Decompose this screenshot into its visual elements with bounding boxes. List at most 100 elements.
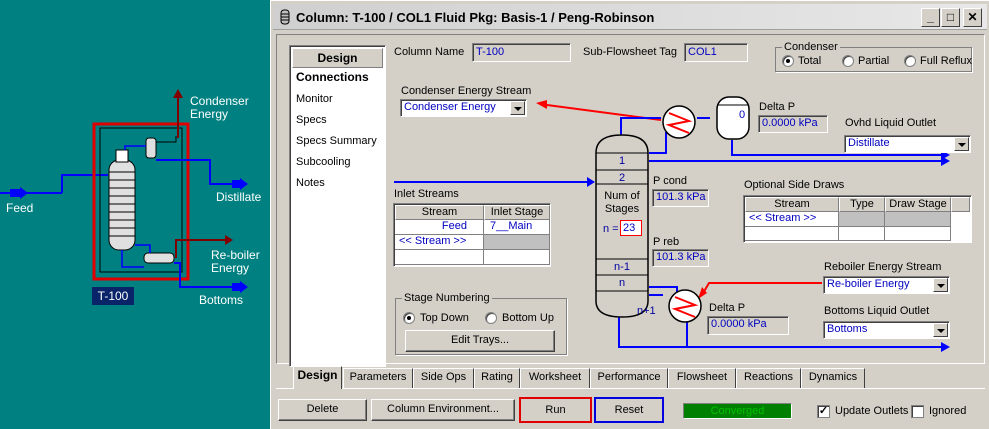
bottoms-label: Bottoms: [199, 293, 244, 307]
ovhd-liquid-outlet-value: Distillate: [848, 137, 890, 149]
pfd-canvas: [0, 89, 248, 293]
side-type-cell: [839, 212, 885, 227]
inlet-new-stream-cell[interactable]: << Stream >>: [395, 235, 484, 250]
reboiler-energy-line: [698, 282, 822, 299]
side-header-filler: [951, 197, 970, 212]
reboiler-energy-value: Re-boiler Energy: [827, 278, 910, 290]
inlet-empty-cell: [484, 250, 550, 265]
tab-baseline: [276, 388, 985, 389]
column-app-icon: [280, 9, 290, 25]
unit-tag-label[interactable]: T-100: [92, 287, 134, 305]
bottom-up-radio[interactable]: [485, 312, 497, 324]
stage-numbering-title: Stage Numbering: [402, 292, 492, 304]
tab-flowsheet[interactable]: Flowsheet: [668, 368, 736, 388]
distillate-label: Distillate: [216, 190, 262, 204]
chevron-down-icon[interactable]: [933, 278, 948, 292]
ovhd-liquid-outlet-label: Ovhd Liquid Outlet: [845, 117, 937, 129]
reset-button[interactable]: Reset: [594, 397, 664, 423]
tab-parameters[interactable]: Parameters: [343, 368, 413, 388]
stage-1-label: 1: [618, 155, 626, 167]
column-property-window: Column: T-100 / COL1 Fluid Pkg: Basis-1 …: [270, 0, 989, 429]
column-environment-button[interactable]: Column Environment...: [371, 399, 515, 421]
chevron-down-icon[interactable]: [933, 323, 948, 337]
maximize-button[interactable]: □: [941, 8, 960, 27]
num-stages-input[interactable]: 23: [620, 220, 642, 236]
reflux-drum-value: 0: [738, 109, 746, 121]
tab-reactions[interactable]: Reactions: [736, 368, 801, 388]
side-empty-cell: [839, 227, 885, 241]
side-stage-cell: [885, 212, 951, 227]
update-outlets-checkbox[interactable]: ✓: [817, 405, 830, 418]
tab-rating[interactable]: Rating: [474, 368, 520, 388]
ignored-label: Ignored: [929, 405, 967, 417]
p-cond-label: P cond: [653, 175, 688, 187]
delta-p-top-input[interactable]: 0.0000 kPa: [758, 115, 828, 133]
optional-side-draws-label: Optional Side Draws: [744, 179, 845, 191]
p-reb-label: P reb: [653, 236, 680, 248]
tab-side-ops[interactable]: Side Ops: [413, 368, 474, 388]
bottom-up-label: Bottom Up: [502, 312, 554, 324]
distillate-stream-arrow[interactable]: [156, 159, 248, 190]
bottoms-liquid-outlet-select[interactable]: Bottoms: [823, 321, 950, 339]
delta-p-bottom-input[interactable]: 0.0000 kPa: [707, 316, 789, 335]
inlet-header-stream: Stream: [395, 205, 484, 220]
reboiler-energy-stream-label: Reboiler Energy Stream: [824, 261, 942, 273]
tab-performance[interactable]: Performance: [590, 368, 668, 388]
tab-dynamics[interactable]: Dynamics: [801, 368, 865, 388]
p-reb-input[interactable]: 101.3 kPa: [652, 249, 709, 267]
reboiler-energy-select[interactable]: Re-boiler Energy: [823, 276, 950, 294]
inlet-streams-label: Inlet Streams: [394, 188, 459, 200]
ovhd-liquid-outlet-select[interactable]: Distillate: [844, 135, 971, 153]
inlet-row-stream[interactable]: Feed: [395, 220, 484, 235]
ignored-checkbox[interactable]: [911, 405, 924, 418]
stage-n-label: n: [618, 277, 626, 289]
side-header-type: Type: [839, 197, 885, 212]
minimize-button[interactable]: _: [921, 8, 940, 27]
chevron-down-icon[interactable]: [954, 137, 969, 151]
stage-numbering-group: Stage Numbering Top Down Bottom Up Edit …: [395, 292, 567, 355]
delta-p-bottom-label: Delta P: [709, 302, 746, 314]
inlet-streams-table: Stream Inlet Stage Feed 7__Main << Strea…: [393, 203, 551, 267]
condenser-exchanger-icon[interactable]: [662, 105, 696, 139]
title-bar[interactable]: Column: T-100 / COL1 Fluid Pkg: Basis-1 …: [273, 4, 987, 30]
top-down-radio[interactable]: [403, 312, 415, 324]
inlet-header-stage: Inlet Stage: [484, 205, 550, 220]
tab-worksheet[interactable]: Worksheet: [520, 368, 590, 388]
side-empty-cell: [885, 227, 951, 241]
side-header-draw-stage: Draw Stage: [885, 197, 951, 212]
run-button[interactable]: Run: [519, 397, 592, 423]
update-outlets-label: Update Outlets: [835, 405, 909, 417]
tab-design[interactable]: Design: [293, 366, 342, 389]
num-of-label: Num of: [604, 190, 640, 202]
n-equals-label: n =: [603, 223, 619, 235]
side-draws-table: Stream Type Draw Stage << Stream >>: [743, 195, 972, 243]
feed-label: Feed: [6, 201, 34, 215]
stage-n-plus-1-label: n+1: [637, 305, 656, 317]
stage-n-minus-1-label: n-1: [614, 261, 630, 273]
inlet-row-stage[interactable]: 7__Main: [484, 220, 550, 235]
window-title: Column: T-100 / COL1 Fluid Pkg: Basis-1 …: [296, 10, 655, 25]
design-connections-page: Design Connections Monitor Specs Specs S…: [276, 34, 985, 367]
edit-trays-button[interactable]: Edit Trays...: [405, 330, 555, 352]
feed-stream-arrow[interactable]: [0, 174, 108, 199]
bottoms-liquid-outlet-value: Bottoms: [827, 323, 868, 335]
top-down-label: Top Down: [420, 312, 469, 324]
p-cond-input[interactable]: 101.3 kPa: [652, 189, 709, 207]
stages-word-label: Stages: [604, 203, 640, 215]
bottoms-liquid-outlet-label: Bottoms Liquid Outlet: [824, 305, 930, 317]
delta-p-top-label: Delta P: [759, 101, 796, 113]
close-button[interactable]: ✕: [963, 8, 982, 27]
condenser-energy-label: Condenser Energy: [190, 94, 249, 121]
side-new-stream-cell[interactable]: << Stream >>: [745, 212, 839, 227]
inlet-empty-cell: [395, 250, 484, 265]
column-vessel-icon[interactable]: [108, 149, 136, 251]
reboiler-energy-label: Re-boiler Energy: [211, 248, 260, 275]
delete-button[interactable]: Delete: [278, 399, 367, 421]
inlet-new-stage-cell: [484, 235, 550, 250]
side-empty-cell: [745, 227, 839, 241]
condenser-icon[interactable]: [124, 136, 177, 159]
reboiler-exchanger-icon[interactable]: [668, 289, 702, 323]
side-header-stream: Stream: [745, 197, 839, 212]
stage-2-label: 2: [618, 172, 626, 184]
convergence-status: Converged: [683, 403, 792, 419]
